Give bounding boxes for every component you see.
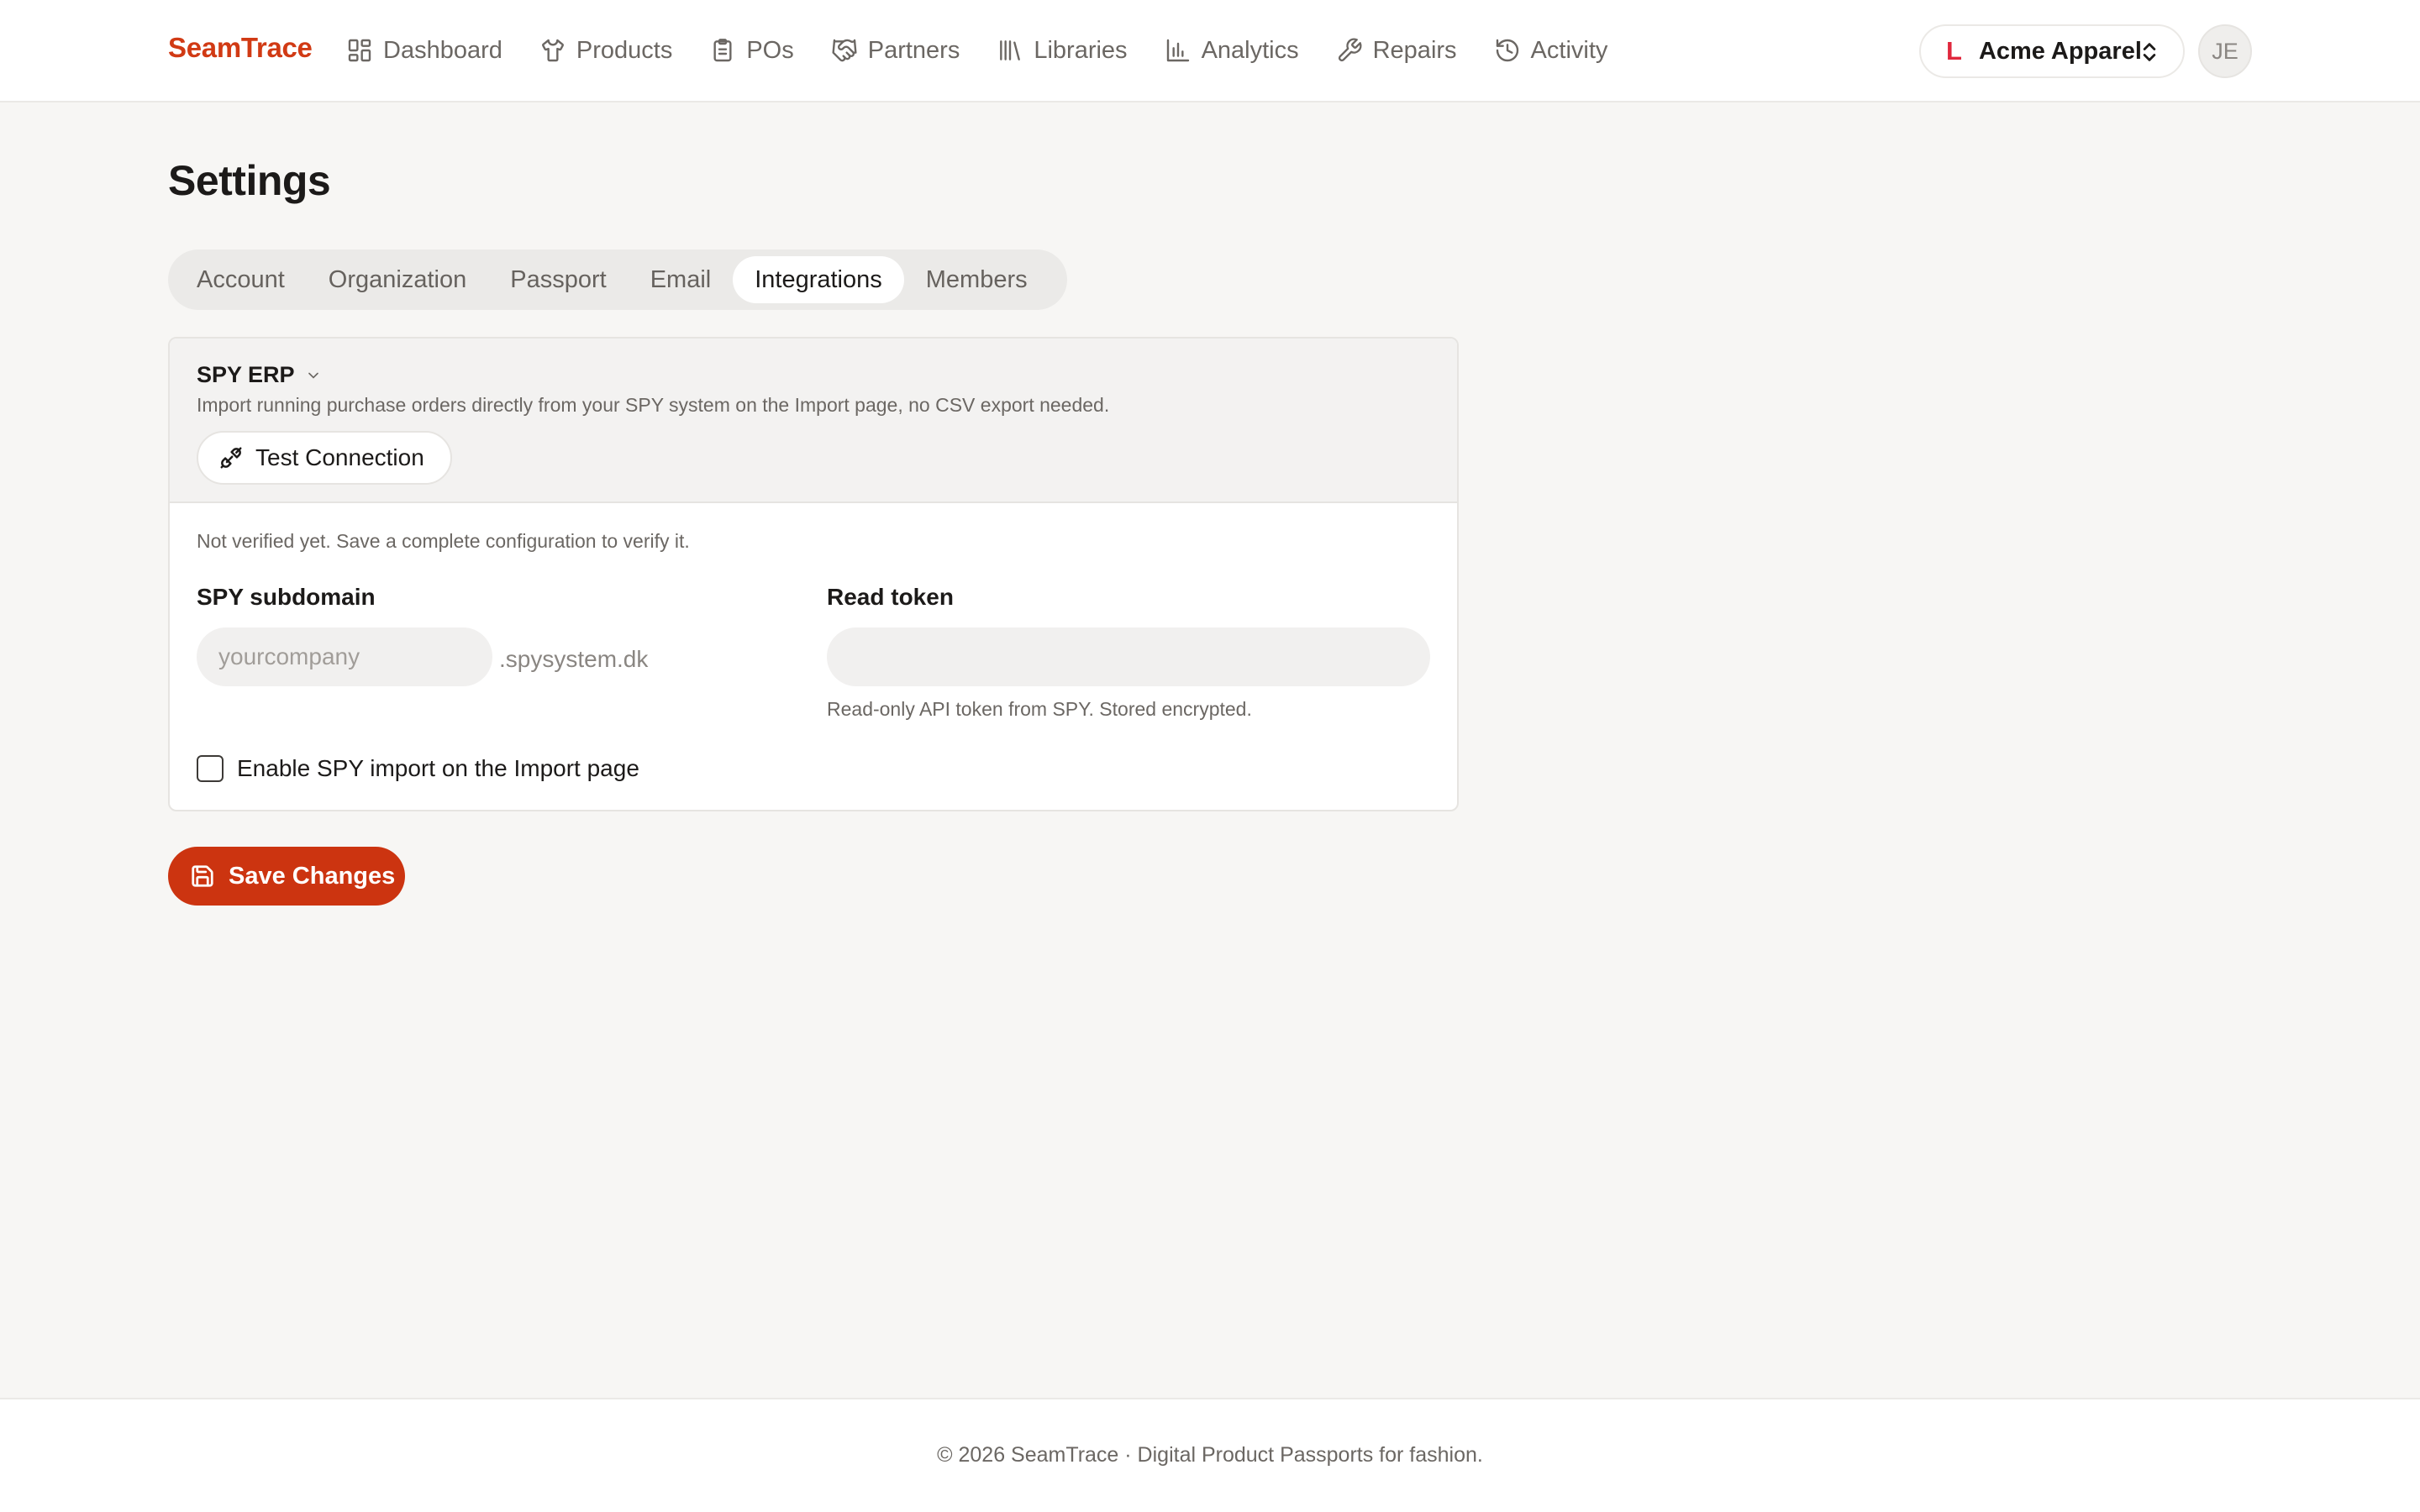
org-switcher[interactable]: L Acme Apparel [1919,24,2185,78]
page-footer: © 2026 SeamTrace · Digital Product Passp… [0,1398,2420,1512]
nav-item-repairs[interactable]: Repairs [1336,30,1457,71]
tab-account[interactable]: Account [175,256,307,303]
nav-item-label: Dashboard [383,36,502,64]
nav-item-products[interactable]: Products [539,30,672,71]
save-icon [192,865,213,887]
nav-item-label: Products [576,36,673,64]
read-token-label: Read token [827,584,954,610]
page-title: Settings [168,157,331,204]
save-changes-button[interactable]: Save Changes [168,847,405,906]
enable-spy-import-label: Enable SPY import on the Import page [237,755,639,781]
tab-organization[interactable]: Organization [307,256,488,303]
clipboard-icon [713,39,732,62]
nav-item-pos[interactable]: POs [709,30,794,71]
test-connection-label: Test Connection [255,444,424,470]
tab-passport[interactable]: Passport [488,256,628,303]
integration-title: SPY ERP [197,362,295,387]
nav-item-partners[interactable]: Partners [831,30,960,71]
dashboard-icon [348,39,371,62]
settings-tabs: Account Organization Passport Email Inte… [168,249,1067,310]
top-navbar: SeamTrace Dashboard Products POs Partner… [0,0,2420,102]
wrench-icon [1338,38,1362,62]
test-connection-button[interactable]: Test Connection [197,431,452,485]
brand-logo[interactable]: SeamTrace [168,32,313,64]
subdomain-suffix: .spysystem.dk [499,646,649,672]
history-icon [1496,39,1518,62]
tab-members[interactable]: Members [904,256,1050,303]
enable-spy-import-checkbox[interactable] [197,755,224,782]
nav-item-label: Partners [867,36,960,64]
verification-status: Not verified yet. Save a complete config… [197,530,690,552]
spy-erp-card: SPY ERP Import running purchase orders d… [168,337,1459,811]
footer-text: © 2026 SeamTrace · Digital Product Passp… [937,1443,1483,1467]
save-changes-label: Save Changes [229,862,396,890]
read-token-input[interactable] [827,627,1430,686]
chevron-down-icon [308,372,318,379]
tab-email[interactable]: Email [629,256,734,303]
spy-erp-toggle[interactable]: SPY ERP [197,362,322,388]
bar-chart-icon [1166,39,1189,62]
nav-item-activity[interactable]: Activity [1494,30,1608,71]
enable-spy-import-row[interactable]: Enable SPY import on the Import page [197,755,639,782]
nav-item-analytics[interactable]: Analytics [1165,30,1299,71]
org-name: Acme Apparel [1978,37,2142,65]
nav-item-dashboard[interactable]: Dashboard [346,30,502,71]
main-nav: Dashboard Products POs Partners Librarie… [346,30,1644,71]
nav-item-label: Libraries [1034,36,1128,64]
nav-item-label: Repairs [1372,36,1457,64]
nav-item-label: Analytics [1201,36,1299,64]
handshake-icon [832,39,857,62]
user-avatar[interactable]: JE [2198,24,2252,78]
nav-item-label: Activity [1530,36,1608,64]
subdomain-label: SPY subdomain [197,584,376,610]
settings-page: SeamTrace Dashboard Products POs Partner… [0,0,2420,1512]
plug-icon [220,447,242,469]
read-token-help: Read-only API token from SPY. Stored enc… [827,698,1252,720]
nav-item-libraries[interactable]: Libraries [997,30,1128,71]
spy-erp-card-header: SPY ERP Import running purchase orders d… [170,339,1457,503]
subdomain-input[interactable] [197,627,492,686]
chevrons-up-down-icon [2143,43,2156,61]
integration-description: Import running purchase orders directly … [197,394,1110,416]
tab-integrations[interactable]: Integrations [733,256,904,303]
library-icon [1000,40,1021,60]
shirt-icon [541,39,564,62]
nav-item-label: POs [746,36,794,64]
org-logo: L [1946,36,1962,66]
